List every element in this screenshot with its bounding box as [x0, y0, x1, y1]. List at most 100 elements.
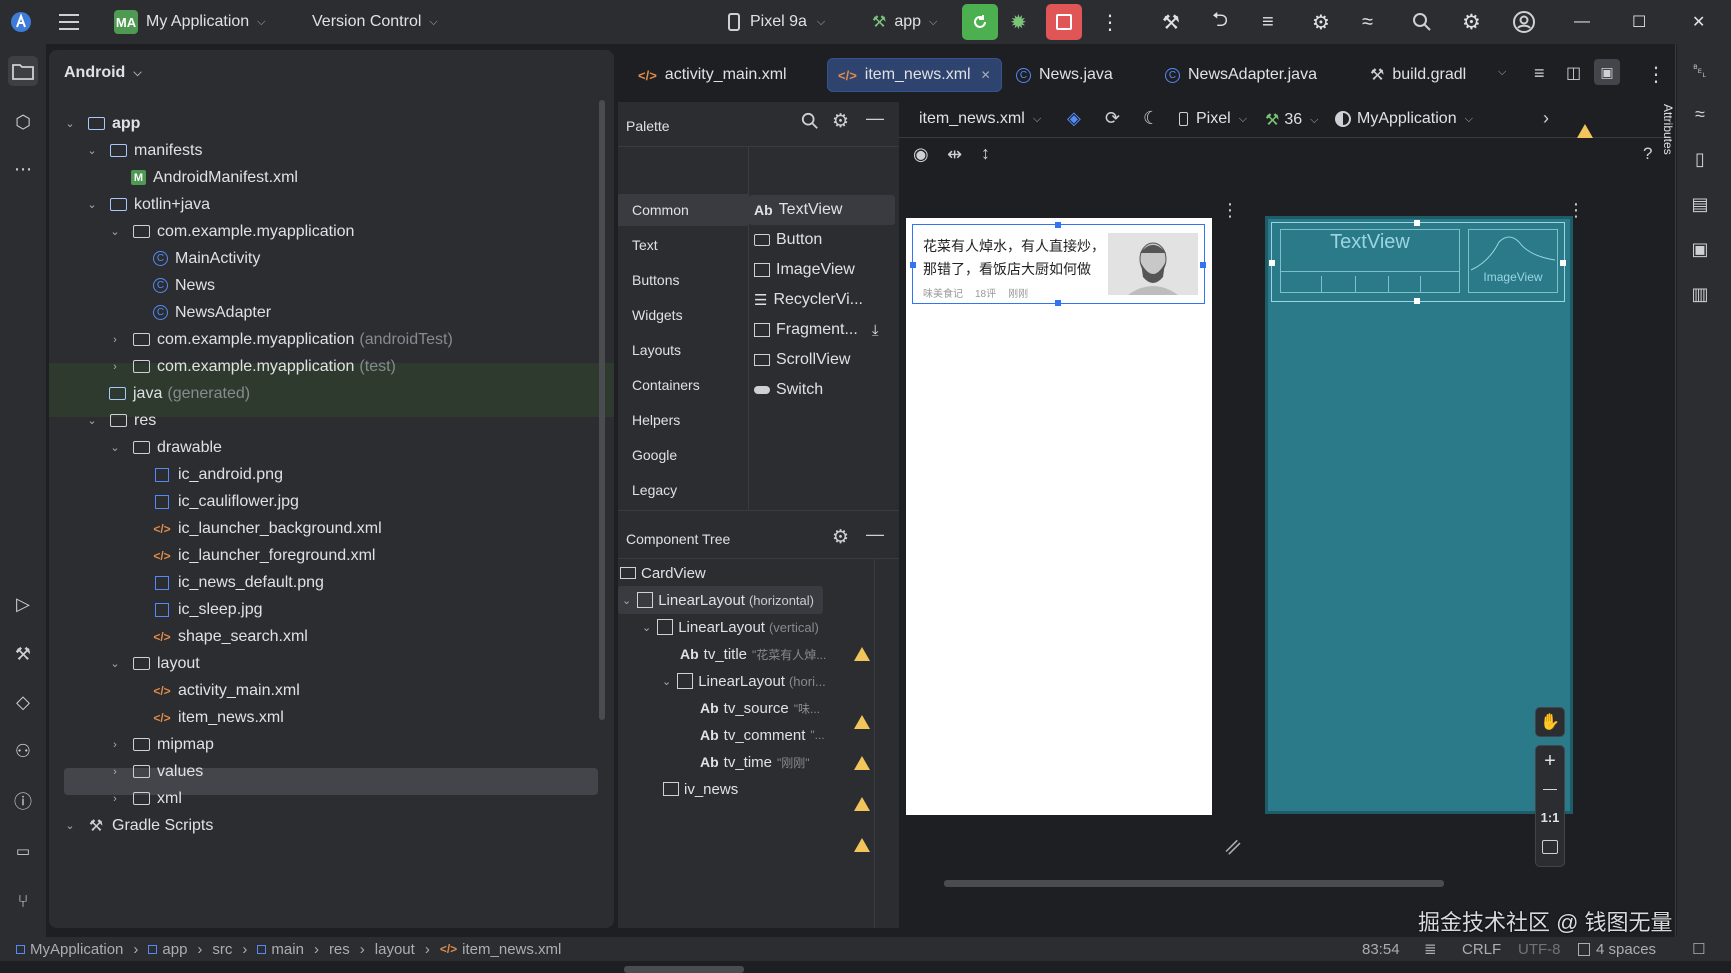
split-view-icon[interactable]: ◫ [1566, 63, 1581, 83]
gem-tool-icon[interactable]: ◇ [8, 687, 38, 717]
layout-file-selector[interactable]: item_news.xml ⌵ [919, 110, 1041, 128]
tree-item-layout[interactable]: ⌄ layout [49, 650, 614, 677]
translate-icon[interactable]: ⮌ [1212, 0, 1228, 44]
logcat-icon[interactable]: ⚇ [8, 736, 38, 766]
tree-item-xml[interactable]: › xml [49, 785, 614, 812]
warning-icon[interactable] [854, 647, 870, 661]
minimize-panel-icon[interactable]: — [866, 524, 884, 545]
tree-item-android-manifest[interactable]: M AndroidManifest.xml [49, 164, 614, 191]
api-level-selector[interactable]: ⚒ 36 ⌵ [1265, 110, 1318, 130]
tree-item-main-activity[interactable]: C MainActivity [49, 245, 614, 272]
resource-manager-icon[interactable]: ⬡ [8, 107, 38, 137]
tree-item-package-android-test[interactable]: › com.example.myapplication (androidTest… [49, 326, 614, 353]
device-manager-icon[interactable]: ▯ [1685, 144, 1715, 174]
orientation-icon[interactable]: ⟳ [1105, 108, 1120, 129]
stop-button[interactable] [1046, 4, 1082, 40]
palette-item-switch[interactable]: Switch [754, 375, 823, 405]
tree-item-drawable[interactable]: ⌄ drawable [49, 434, 614, 461]
terminal-icon[interactable]: ▭ [8, 836, 38, 866]
margin-icon[interactable]: ⇹ [947, 144, 962, 165]
settings-icon[interactable]: ⚙ [1462, 0, 1481, 44]
canvas-scrollbar[interactable] [944, 880, 1444, 887]
tab-news-java[interactable]: C News.java [1006, 58, 1123, 92]
search-icon[interactable] [801, 112, 819, 133]
build-tool-icon[interactable]: ⚒ [8, 639, 38, 669]
blueprint-cardview[interactable]: TextView ImageView [1269, 220, 1566, 304]
palette-item-scrollview[interactable]: ScrollView [754, 345, 850, 375]
debug-button[interactable]: ✹ [1010, 0, 1027, 44]
project-selector[interactable]: MA My Application ⌵ [114, 0, 266, 44]
breadcrumb-res[interactable]: res [329, 941, 350, 958]
category-common[interactable]: Common [632, 202, 689, 218]
tree-item-activity-main[interactable]: </> activity_main.xml [49, 677, 614, 704]
warning-icon[interactable] [854, 756, 870, 770]
tree-item-values[interactable]: › values [49, 758, 614, 785]
theme-selector[interactable]: MyApplication ⌵ [1335, 110, 1473, 128]
warning-icon[interactable] [1577, 123, 1593, 138]
tree-item-ic-launcher-foreground[interactable]: </> ic_launcher_foreground.xml [49, 542, 614, 569]
tree-item-manifests[interactable]: ⌄ manifests [49, 137, 614, 164]
zoom-fit-icon[interactable] [1542, 840, 1558, 854]
design-preview[interactable]: 花菜有人焯水，有人直接炒， 那错了，看饭店大厨如何做 味美食记 18评 刚刚 [906, 218, 1212, 815]
category-widgets[interactable]: Widgets [632, 307, 683, 323]
search-icon[interactable] [1412, 0, 1432, 44]
tree-item-ic-cauliflower[interactable]: ic_cauliflower.jpg [49, 488, 614, 515]
pan-hand-button[interactable]: ✋ [1535, 707, 1565, 737]
tree-item-item-news[interactable]: </> item_news.xml [49, 704, 614, 731]
account-icon[interactable] [1512, 0, 1536, 44]
palette-item-recyclerview[interactable]: ☰ RecyclerVi... [754, 285, 863, 315]
code-view-icon[interactable]: ≡ [1534, 63, 1545, 84]
resize-handle[interactable] [1055, 300, 1061, 306]
file-encoding[interactable]: UTF-8 [1518, 937, 1561, 961]
lock-icon[interactable]: ☐ [1692, 937, 1705, 961]
tree-item-mipmap[interactable]: › mipmap [49, 731, 614, 758]
breadcrumb-app[interactable]: app [162, 941, 187, 958]
tree-node-linear-inner[interactable]: ⌄ LinearLayout (hori... [662, 667, 826, 695]
warning-icon[interactable] [854, 797, 870, 811]
tree-node-linear-horizontal[interactable]: ⌄ LinearLayout (horizontal) [622, 586, 814, 614]
caret-position[interactable]: 83:54 [1362, 937, 1400, 961]
tree-item-news[interactable]: C News [49, 272, 614, 299]
palette-scrollbar[interactable] [624, 966, 744, 973]
design-view-icon[interactable]: ▣ [1594, 59, 1620, 85]
resize-handle[interactable] [1269, 260, 1275, 266]
more-actions-button[interactable]: ⋮ [1100, 0, 1120, 44]
category-layouts[interactable]: Layouts [632, 342, 681, 358]
vcs-menu[interactable]: Version Control ⌵ [312, 0, 438, 44]
tab-activity-main[interactable]: </> activity_main.xml [628, 58, 797, 92]
resize-handle[interactable] [1414, 298, 1420, 304]
tool-build-icon[interactable]: ⚒ [1162, 0, 1180, 44]
tree-node-tv-comment[interactable]: Ab tv_comment "... [700, 721, 825, 749]
more-tools-icon[interactable]: ⋯ [8, 154, 38, 184]
palette-item-imageview[interactable]: ImageView [754, 255, 855, 285]
tree-item-app[interactable]: ⌄ app [49, 110, 614, 137]
notifications-icon[interactable]: ␇ [1685, 56, 1715, 86]
palette-item-button[interactable]: Button [754, 225, 822, 255]
night-mode-icon[interactable]: ☾ [1143, 108, 1159, 129]
tab-news-adapter[interactable]: C NewsAdapter.java [1155, 58, 1327, 92]
project-tool-icon[interactable] [8, 56, 38, 86]
breadcrumb-src[interactable]: src [212, 941, 232, 958]
zoom-out-button[interactable]: — [1536, 780, 1564, 796]
apply-changes-button[interactable] [962, 4, 998, 40]
breadcrumb-main[interactable]: main [271, 941, 304, 958]
profiler-icon[interactable]: ≈ [1362, 0, 1373, 44]
zoom-actual-button[interactable]: 1:1 [1536, 810, 1564, 825]
main-menu-button[interactable] [58, 0, 80, 44]
tree-node-linear-vertical[interactable]: ⌄ LinearLayout (vertical) [642, 613, 819, 641]
category-helpers[interactable]: Helpers [632, 412, 680, 428]
category-containers[interactable]: Containers [632, 377, 700, 393]
minimize-panel-icon[interactable]: — [866, 108, 884, 129]
breadcrumb-project[interactable]: MyApplication [30, 941, 123, 958]
tree-item-ic-news-default[interactable]: ic_news_default.png [49, 569, 614, 596]
gear-icon[interactable]: ⚙ [832, 526, 849, 549]
layout-validation-icon[interactable]: ▥ [1685, 279, 1715, 309]
category-google[interactable]: Google [632, 447, 677, 463]
running-devices-icon[interactable]: ▣ [1685, 234, 1715, 264]
breadcrumb-file[interactable]: item_news.xml [462, 941, 561, 958]
tab-item-news[interactable]: </> item_news.xml ✕ [827, 58, 1002, 92]
tree-item-shape-search[interactable]: </> shape_search.xml [49, 623, 614, 650]
attributes-tab[interactable]: Attributes [1661, 104, 1675, 155]
run-config-selector[interactable]: ⚒ app ⌵ [872, 0, 937, 44]
tree-item-ic-launcher-background[interactable]: </> ic_launcher_background.xml [49, 515, 614, 542]
